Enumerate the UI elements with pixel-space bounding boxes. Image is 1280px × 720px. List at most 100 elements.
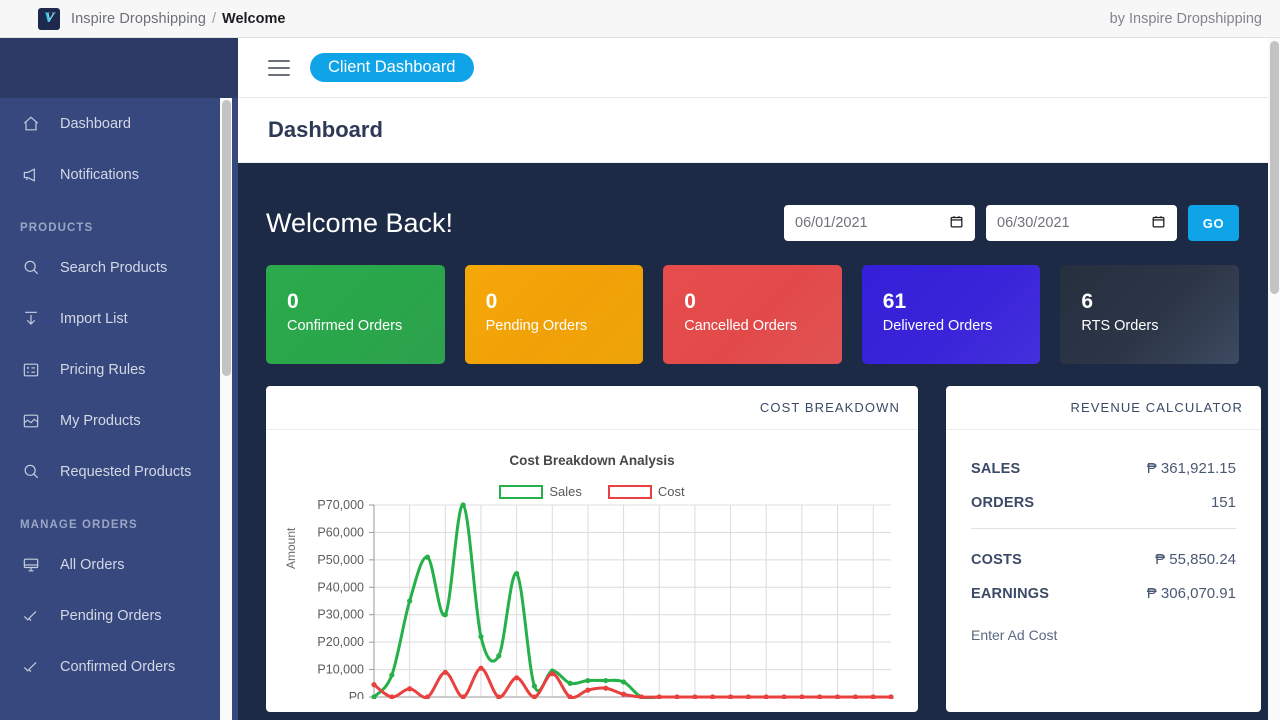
sidebar-item-notifications[interactable]: Notifications xyxy=(0,149,238,200)
cost-breakdown-panel: COST BREAKDOWN Cost Breakdown Analysis S… xyxy=(266,386,918,712)
date-from-input[interactable]: 06/01/2021 xyxy=(784,205,975,241)
check-icon xyxy=(20,605,42,627)
download-arrow-icon xyxy=(20,308,42,330)
breadcrumb-app-name[interactable]: Inspire Dropshipping xyxy=(71,11,206,27)
legend-label: Cost xyxy=(658,484,685,499)
date-to-input[interactable]: 06/30/2021 xyxy=(986,205,1177,241)
sidebar-item-dashboard[interactable]: Dashboard xyxy=(0,98,238,149)
app-toolbar: Client Dashboard xyxy=(238,38,1268,98)
hamburger-icon[interactable] xyxy=(268,60,290,76)
sidebar: Dashboard Notifications PRODUCTS Search … xyxy=(0,38,238,720)
dashboard-body: Welcome Back! 06/01/2021 06/30/2021 xyxy=(238,163,1268,720)
sidebar-item-import-list[interactable]: Import List xyxy=(0,293,238,344)
revenue-row-key: COSTS xyxy=(971,552,1022,568)
sidebar-item-label: All Orders xyxy=(60,557,124,573)
date-to-value: 06/30/2021 xyxy=(997,215,1070,231)
ad-cost-label: Enter Ad Cost xyxy=(971,619,1236,643)
inspire-logo-icon: V xyxy=(38,8,60,30)
attribution-text: by Inspire Dropshipping xyxy=(1110,11,1262,27)
stat-card-delivered-orders[interactable]: 61 Delivered Orders xyxy=(862,265,1041,364)
inbox-icon xyxy=(20,410,42,432)
revenue-panel-header: REVENUE CALCULATOR xyxy=(946,386,1261,430)
revenue-row-value: ₱ 55,850.24 xyxy=(1155,551,1236,568)
stat-card-rts-orders[interactable]: 6 RTS Orders xyxy=(1060,265,1239,364)
date-from-value: 06/01/2021 xyxy=(795,215,868,231)
sidebar-item-all-orders[interactable]: All Orders xyxy=(0,539,238,590)
stat-card-confirmed-orders[interactable]: 0 Confirmed Orders xyxy=(266,265,445,364)
revenue-calculator-panel: REVENUE CALCULATOR SALES ₱ 361,921.15 OR… xyxy=(946,386,1261,712)
search-icon xyxy=(20,461,42,483)
client-dashboard-badge[interactable]: Client Dashboard xyxy=(310,53,474,83)
revenue-divider xyxy=(971,528,1236,529)
calendar-icon[interactable] xyxy=(949,214,964,233)
svg-text:P40,000: P40,000 xyxy=(317,580,364,594)
stat-value: 0 xyxy=(684,291,842,313)
sidebar-section-products: PRODUCTS xyxy=(0,200,238,242)
legend-swatch-sales xyxy=(499,485,543,499)
sidebar-item-my-products[interactable]: My Products xyxy=(0,395,238,446)
sidebar-item-label: Pending Orders xyxy=(60,608,162,624)
cost-panel-title: COST BREAKDOWN xyxy=(760,400,900,415)
sidebar-scroll-region: Dashboard Notifications PRODUCTS Search … xyxy=(0,98,238,692)
legend-item-cost[interactable]: Cost xyxy=(608,484,685,499)
sidebar-item-confirmed-orders[interactable]: Confirmed Orders xyxy=(0,641,238,692)
legend-label: Sales xyxy=(549,484,582,499)
page-title: Dashboard xyxy=(268,117,383,143)
revenue-row-key: SALES xyxy=(971,461,1020,477)
chart-y-axis-label: Amount xyxy=(284,528,298,569)
svg-text:P30,000: P30,000 xyxy=(317,608,364,622)
sidebar-item-label: Confirmed Orders xyxy=(60,659,175,675)
page-title-bar: Dashboard xyxy=(238,98,1268,163)
breadcrumb-bar: V Inspire Dropshipping / Welcome by Insp… xyxy=(0,0,1280,38)
stat-value: 61 xyxy=(883,291,1041,313)
revenue-row-key: ORDERS xyxy=(971,495,1034,511)
stat-label: Delivered Orders xyxy=(883,318,1041,334)
cost-breakdown-chart: P0P10,000P20,000P30,000P40,000P50,000P60… xyxy=(266,499,918,699)
legend-item-sales[interactable]: Sales xyxy=(499,484,582,499)
revenue-row-orders: ORDERS 151 xyxy=(971,494,1236,511)
legend-swatch-cost xyxy=(608,485,652,499)
stat-card-cancelled-orders[interactable]: 0 Cancelled Orders xyxy=(663,265,842,364)
welcome-row: Welcome Back! 06/01/2021 06/30/2021 xyxy=(252,163,1254,251)
home-icon xyxy=(20,113,42,135)
revenue-row-earnings: EARNINGS ₱ 306,070.91 xyxy=(971,585,1236,602)
stat-label: Pending Orders xyxy=(486,318,644,334)
sidebar-item-label: Dashboard xyxy=(60,116,131,132)
page-scrollbar-thumb[interactable] xyxy=(1270,41,1279,294)
stat-label: RTS Orders xyxy=(1081,318,1239,334)
cost-panel-header: COST BREAKDOWN xyxy=(266,386,918,430)
sidebar-item-label: Search Products xyxy=(60,260,167,276)
sidebar-item-pending-orders[interactable]: Pending Orders xyxy=(0,590,238,641)
sidebar-item-search-products[interactable]: Search Products xyxy=(0,242,238,293)
monitor-icon xyxy=(20,554,42,576)
sidebar-item-label: Requested Products xyxy=(60,464,191,480)
calendar-icon[interactable] xyxy=(1151,214,1166,233)
welcome-greeting: Welcome Back! xyxy=(266,208,453,239)
chart-plot-area: Amount P0P10,000P20,000P30,000P40,000P50… xyxy=(266,499,918,699)
svg-text:P50,000: P50,000 xyxy=(317,553,364,567)
sidebar-item-pricing-rules[interactable]: Pricing Rules xyxy=(0,344,238,395)
revenue-row-value: ₱ 306,070.91 xyxy=(1147,585,1236,602)
stat-label: Cancelled Orders xyxy=(684,318,842,334)
breadcrumb-current-page: Welcome xyxy=(222,11,285,27)
sidebar-item-requested-products[interactable]: Requested Products xyxy=(0,446,238,497)
sidebar-header xyxy=(0,38,238,98)
revenue-row-costs: COSTS ₱ 55,850.24 xyxy=(971,551,1236,568)
check-icon xyxy=(20,656,42,678)
sidebar-item-label: My Products xyxy=(60,413,141,429)
chart-title: Cost Breakdown Analysis xyxy=(266,453,918,468)
stat-value: 0 xyxy=(287,291,445,313)
chart-legend: Sales Cost xyxy=(266,484,918,499)
stat-card-pending-orders[interactable]: 0 Pending Orders xyxy=(465,265,644,364)
stat-cards: 0 Confirmed Orders 0 Pending Orders 0 Ca… xyxy=(252,251,1254,364)
go-button[interactable]: GO xyxy=(1188,205,1239,241)
sidebar-scrollbar-thumb[interactable] xyxy=(222,100,231,376)
sidebar-item-label: Pricing Rules xyxy=(60,362,145,378)
search-icon xyxy=(20,257,42,279)
revenue-rows: SALES ₱ 361,921.15 ORDERS 151 COSTS ₱ 55… xyxy=(946,430,1261,643)
revenue-row-sales: SALES ₱ 361,921.15 xyxy=(971,460,1236,477)
svg-text:P0: P0 xyxy=(349,690,364,699)
stat-value: 0 xyxy=(486,291,644,313)
megaphone-icon xyxy=(20,164,42,186)
main-content: Client Dashboard Dashboard Welcome Back!… xyxy=(238,38,1268,720)
